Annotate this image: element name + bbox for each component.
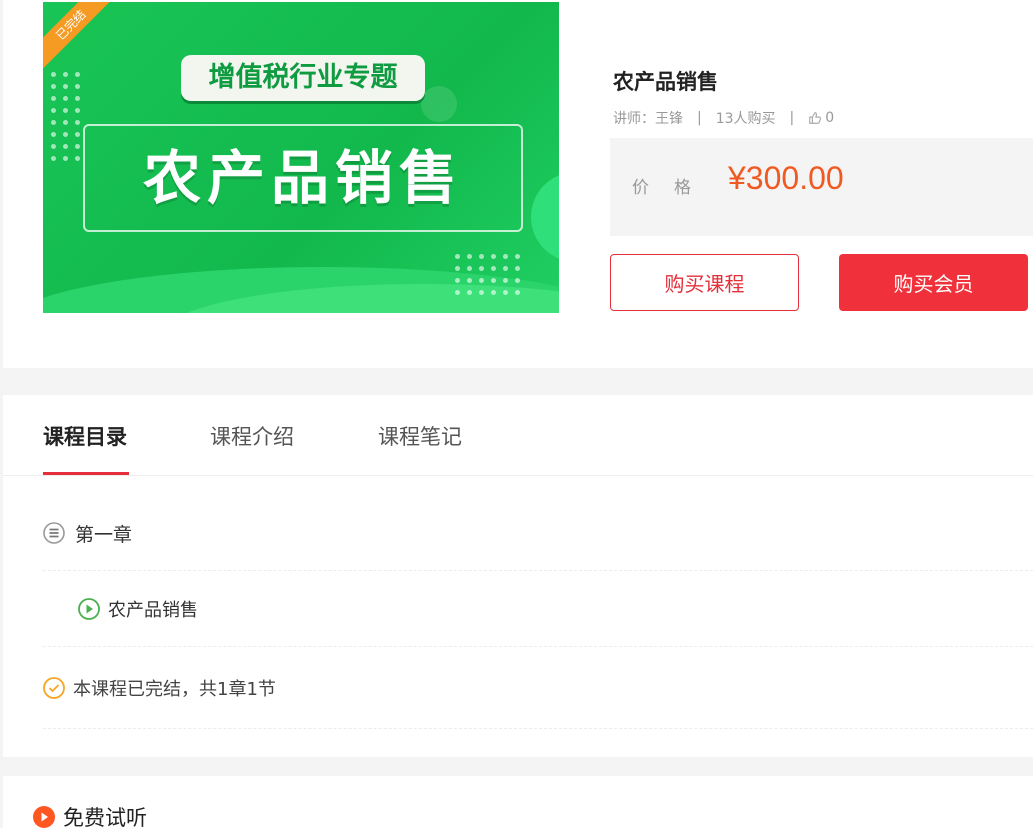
teacher-name: 讲师：王锋 (613, 111, 683, 127)
buy-course-button[interactable]: 购买课程 (610, 254, 799, 311)
course-status-row: 本课程已完结，共1章1节 (43, 647, 1033, 729)
like-count: 0 (825, 110, 835, 126)
tab-notes[interactable]: 课程笔记 (378, 421, 462, 451)
check-circle-icon (43, 676, 65, 699)
free-trial-header[interactable]: 免费试听 (33, 802, 147, 828)
tab-introduction[interactable]: 课程介绍 (210, 421, 294, 451)
lesson-title: 农产品销售 (108, 599, 198, 621)
play-circle-icon (33, 806, 55, 828)
tab-catalog[interactable]: 课程目录 (43, 421, 127, 451)
completed-ribbon: 已完结 (43, 2, 122, 76)
cover-title: 农产品销售 (142, 144, 463, 212)
course-meta: 讲师：王锋 | 13人购买 | 0 (613, 108, 1033, 128)
active-tab-indicator (43, 472, 129, 475)
free-trial-label: 免费试听 (63, 806, 147, 828)
price-label: 价格 (632, 178, 716, 198)
course-title: 农产品销售 (613, 70, 718, 94)
meta-separator: | (789, 110, 795, 126)
cover-circle-decoration (421, 86, 457, 122)
play-circle-icon (78, 597, 100, 620)
course-cover-image[interactable]: 已完结 增值税行业专题 农产品销售 (43, 2, 559, 313)
list-icon (43, 522, 65, 544)
cover-blob-decoration (531, 172, 559, 262)
price-box: 价格 ¥300.00 (610, 138, 1033, 236)
course-content-card: 课程目录 课程介绍 课程笔记 第一章 农产品销售 本课程已完结，共1章1节 (3, 395, 1033, 757)
free-trial-card: 免费试听 (3, 776, 1033, 828)
thumbs-up-icon (809, 112, 822, 124)
course-tabs: 课程目录 课程介绍 课程笔记 (3, 395, 1033, 476)
cover-tag: 增值税行业专题 (181, 55, 425, 101)
lesson-row[interactable]: 农产品销售 (43, 571, 1033, 647)
chapter-row[interactable]: 第一章 (43, 496, 1033, 571)
course-info: 农产品销售 讲师：王锋 | 13人购买 | 0 (613, 66, 1033, 128)
cover-dots-decoration (51, 72, 80, 161)
course-header-card: 已完结 增值税行业专题 农产品销售 农产品销售 讲师：王锋 | 13人购买 | … (3, 0, 1033, 368)
course-status-text: 本课程已完结，共1章1节 (73, 678, 276, 700)
like-button[interactable]: 0 (808, 110, 834, 126)
meta-separator: | (697, 110, 702, 126)
cover-dots-decoration (455, 254, 520, 295)
buyer-count: 13人购买 (715, 111, 776, 127)
price-value: ¥300.00 (728, 160, 844, 196)
buy-membership-button[interactable]: 购买会员 (839, 254, 1028, 311)
chapter-title: 第一章 (75, 523, 133, 546)
